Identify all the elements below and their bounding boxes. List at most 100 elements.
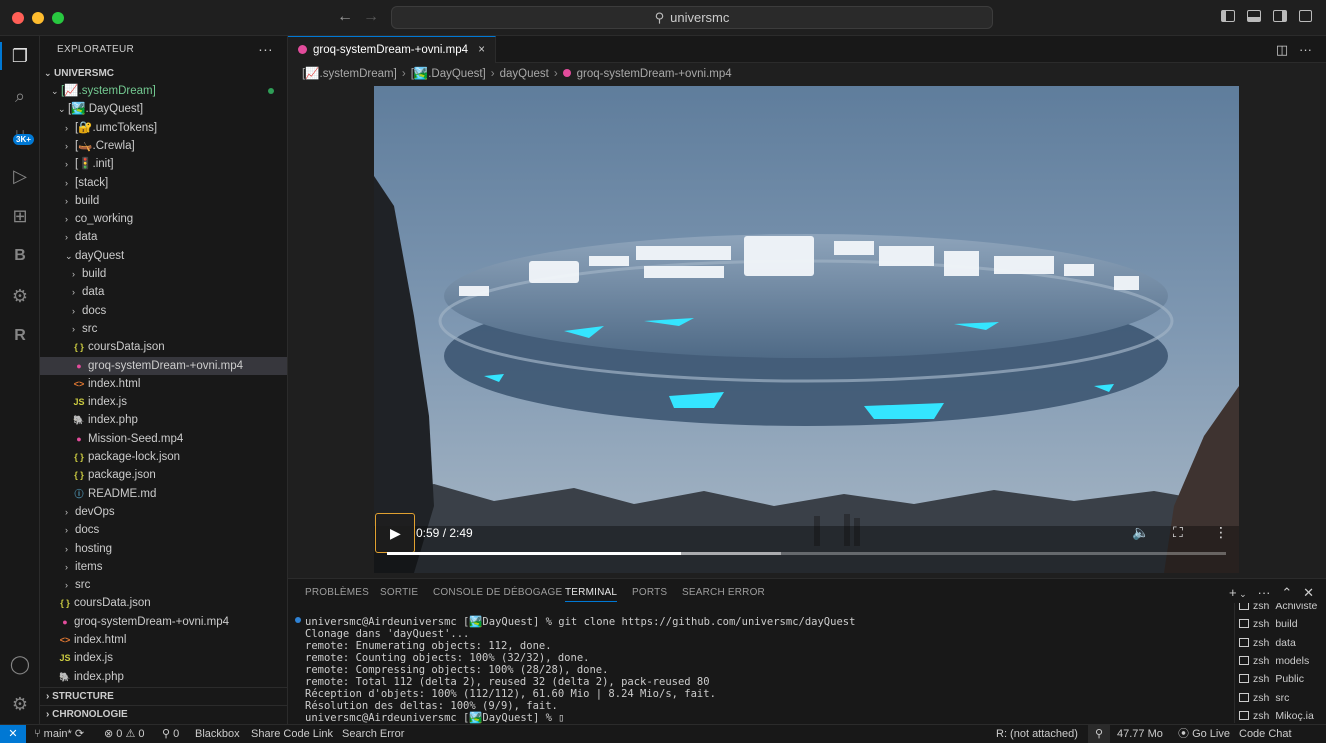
- tree-folder[interactable]: › docs: [40, 521, 287, 539]
- close-window-button[interactable]: [12, 12, 24, 24]
- zoom-icon[interactable]: ⚲: [1088, 725, 1110, 743]
- toggle-primary-sidebar-icon[interactable]: [1221, 10, 1235, 22]
- tree-file[interactable]: ● groq-systemDream-+ovni.mp4: [40, 356, 287, 375]
- more-actions-icon[interactable]: ···: [258, 36, 273, 63]
- tree-file[interactable]: ● Mission-Seed.mp4: [40, 430, 287, 448]
- run-debug-icon[interactable]: ▷: [8, 164, 32, 188]
- volume-icon[interactable]: 🔈: [1132, 524, 1149, 541]
- tree-folder[interactable]: › hosting: [40, 540, 287, 558]
- maximize-window-button[interactable]: [52, 12, 64, 24]
- tab-problems[interactable]: PROBLÈMES: [305, 587, 369, 598]
- tree-file[interactable]: { } package.json: [40, 466, 287, 484]
- breadcrumb-item[interactable]: [📈.systemDream]: [302, 68, 397, 80]
- tree-folder[interactable]: › docs: [40, 302, 287, 320]
- play-button[interactable]: ▶: [375, 513, 415, 553]
- code-chat-button[interactable]: Code Chat: [1239, 725, 1292, 743]
- ports-status[interactable]: ⚲ 0: [162, 725, 179, 743]
- more-actions-icon[interactable]: ···: [1299, 42, 1312, 57]
- terminal-list-item[interactable]: zsh Public: [1239, 670, 1304, 688]
- forward-arrow-icon[interactable]: →: [363, 8, 379, 26]
- search-icon[interactable]: ⌕: [8, 84, 32, 108]
- explorer-icon[interactable]: ❐: [8, 44, 32, 68]
- tab-debug-console[interactable]: CONSOLE DE DÉBOGAGE: [433, 587, 562, 598]
- r-status[interactable]: R: (not attached): [996, 725, 1078, 743]
- tree-file[interactable]: <> index.html: [40, 375, 287, 393]
- tree-file[interactable]: ● groq-systemDream-+ovni.mp4: [40, 613, 287, 631]
- terminal-list-item[interactable]: zsh data: [1239, 634, 1296, 652]
- close-panel-icon[interactable]: ✕: [1303, 585, 1314, 600]
- tree-file[interactable]: { } coursData.json: [40, 338, 287, 356]
- breadcrumb-item[interactable]: dayQuest: [500, 68, 549, 80]
- problems-status[interactable]: ⊗ 0 ⚠ 0: [104, 725, 145, 743]
- command-center-search[interactable]: ⚲ universmc: [391, 6, 993, 29]
- tree-file[interactable]: JS index.js: [40, 393, 287, 411]
- remote-explorer-icon[interactable]: ⚙: [8, 284, 32, 308]
- tree-folder[interactable]: ⌄ [📈.systemDream]: [40, 82, 287, 100]
- breadcrumb-item[interactable]: [🏞️.DayQuest]: [411, 68, 486, 80]
- tree-file[interactable]: { } coursData.json: [40, 594, 287, 612]
- terminal-list-item[interactable]: zsh src: [1239, 689, 1289, 707]
- new-terminal-icon[interactable]: +: [1229, 585, 1237, 600]
- terminal-list-item[interactable]: zsh Achiviste: [1239, 603, 1317, 615]
- tab-output[interactable]: SORTIE: [380, 587, 418, 598]
- share-code-link[interactable]: Share Code Link: [251, 725, 333, 743]
- chevron-down-icon[interactable]: ⌄: [1237, 589, 1247, 599]
- back-arrow-icon[interactable]: ←: [337, 8, 353, 26]
- tree-file[interactable]: JS index.js: [40, 649, 287, 667]
- workspace-root[interactable]: ⌄ UNIVERSMC: [40, 64, 287, 82]
- tree-folder[interactable]: › data: [40, 283, 287, 301]
- settings-gear-icon[interactable]: ⚙: [8, 692, 32, 716]
- structure-section[interactable]: › STRUCTURE: [40, 687, 287, 705]
- timeline-section[interactable]: › CHRONOLOGIE: [40, 705, 287, 723]
- minimize-window-button[interactable]: [32, 12, 44, 24]
- tree-folder[interactable]: › src: [40, 320, 287, 338]
- fullscreen-icon[interactable]: ⛶: [1173, 524, 1183, 541]
- blackbox-icon[interactable]: B: [8, 244, 32, 268]
- tree-file[interactable]: { } package-lock.json: [40, 448, 287, 466]
- account-icon[interactable]: ◯: [8, 652, 32, 676]
- video-progress-bar[interactable]: [387, 552, 1226, 555]
- remote-indicator[interactable]: ✕: [0, 725, 26, 743]
- r-language-icon[interactable]: R: [8, 324, 32, 348]
- tree-folder[interactable]: › [stack]: [40, 174, 287, 192]
- tree-folder[interactable]: › data: [40, 228, 287, 246]
- tab-terminal[interactable]: TERMINAL: [565, 587, 618, 602]
- tree-folder[interactable]: › [🚦.init]: [40, 155, 287, 173]
- blackbox-status[interactable]: Blackbox: [195, 725, 240, 743]
- toggle-panel-icon[interactable]: [1247, 10, 1261, 22]
- tree-folder[interactable]: › src: [40, 576, 287, 594]
- terminal-list-item[interactable]: zsh build: [1239, 615, 1298, 633]
- video-player[interactable]: [374, 86, 1239, 573]
- terminal-list-item[interactable]: zsh models: [1239, 652, 1309, 670]
- tree-file[interactable]: 🐘 index.php: [40, 411, 287, 429]
- tree-folder[interactable]: › [🛶.Crewla]: [40, 137, 287, 155]
- tree-folder[interactable]: ⌄ [🏞️.DayQuest]: [40, 100, 287, 118]
- tree-folder[interactable]: ⌄ dayQuest: [40, 247, 287, 265]
- more-actions-icon[interactable]: ···: [1258, 585, 1271, 600]
- tree-folder[interactable]: › [🔐.umcTokens]: [40, 119, 287, 137]
- tree-folder[interactable]: › build: [40, 265, 287, 283]
- tree-folder[interactable]: › items: [40, 558, 287, 576]
- tree-file[interactable]: 🐘 index.php: [40, 668, 287, 686]
- customize-layout-icon[interactable]: [1299, 10, 1312, 22]
- memory-status[interactable]: 47.77 Mo: [1117, 725, 1163, 743]
- branch-status[interactable]: ⑂ main* ⟳: [34, 725, 84, 743]
- tab-video[interactable]: groq-systemDream-+ovni.mp4 ×: [288, 36, 496, 63]
- tree-folder[interactable]: › co_working: [40, 210, 287, 228]
- search-error-status[interactable]: Search Error: [342, 725, 404, 743]
- tree-folder[interactable]: › devOps: [40, 503, 287, 521]
- tab-search-error[interactable]: SEARCH ERROR: [682, 587, 765, 598]
- close-tab-icon[interactable]: ×: [478, 37, 485, 63]
- tab-ports[interactable]: PORTS: [632, 587, 667, 598]
- go-live-button[interactable]: ⦿ Go Live: [1178, 725, 1230, 743]
- tree-file[interactable]: ⓘ README.md: [40, 485, 287, 503]
- video-options-icon[interactable]: ⋮: [1214, 524, 1228, 541]
- toggle-secondary-sidebar-icon[interactable]: [1273, 10, 1287, 22]
- split-editor-icon[interactable]: ◫: [1276, 42, 1288, 57]
- maximize-panel-icon[interactable]: ⌃: [1281, 585, 1292, 600]
- terminal-list-item[interactable]: zsh Mikoç.ia: [1239, 707, 1314, 723]
- breadcrumb-item[interactable]: groq-systemDream-+ovni.mp4: [577, 68, 732, 80]
- tree-file[interactable]: <> index.html: [40, 631, 287, 649]
- tree-folder[interactable]: › build: [40, 192, 287, 210]
- terminal-output[interactable]: universmc@Airdeuniversmc [🏞️DayQuest] % …: [305, 616, 1220, 724]
